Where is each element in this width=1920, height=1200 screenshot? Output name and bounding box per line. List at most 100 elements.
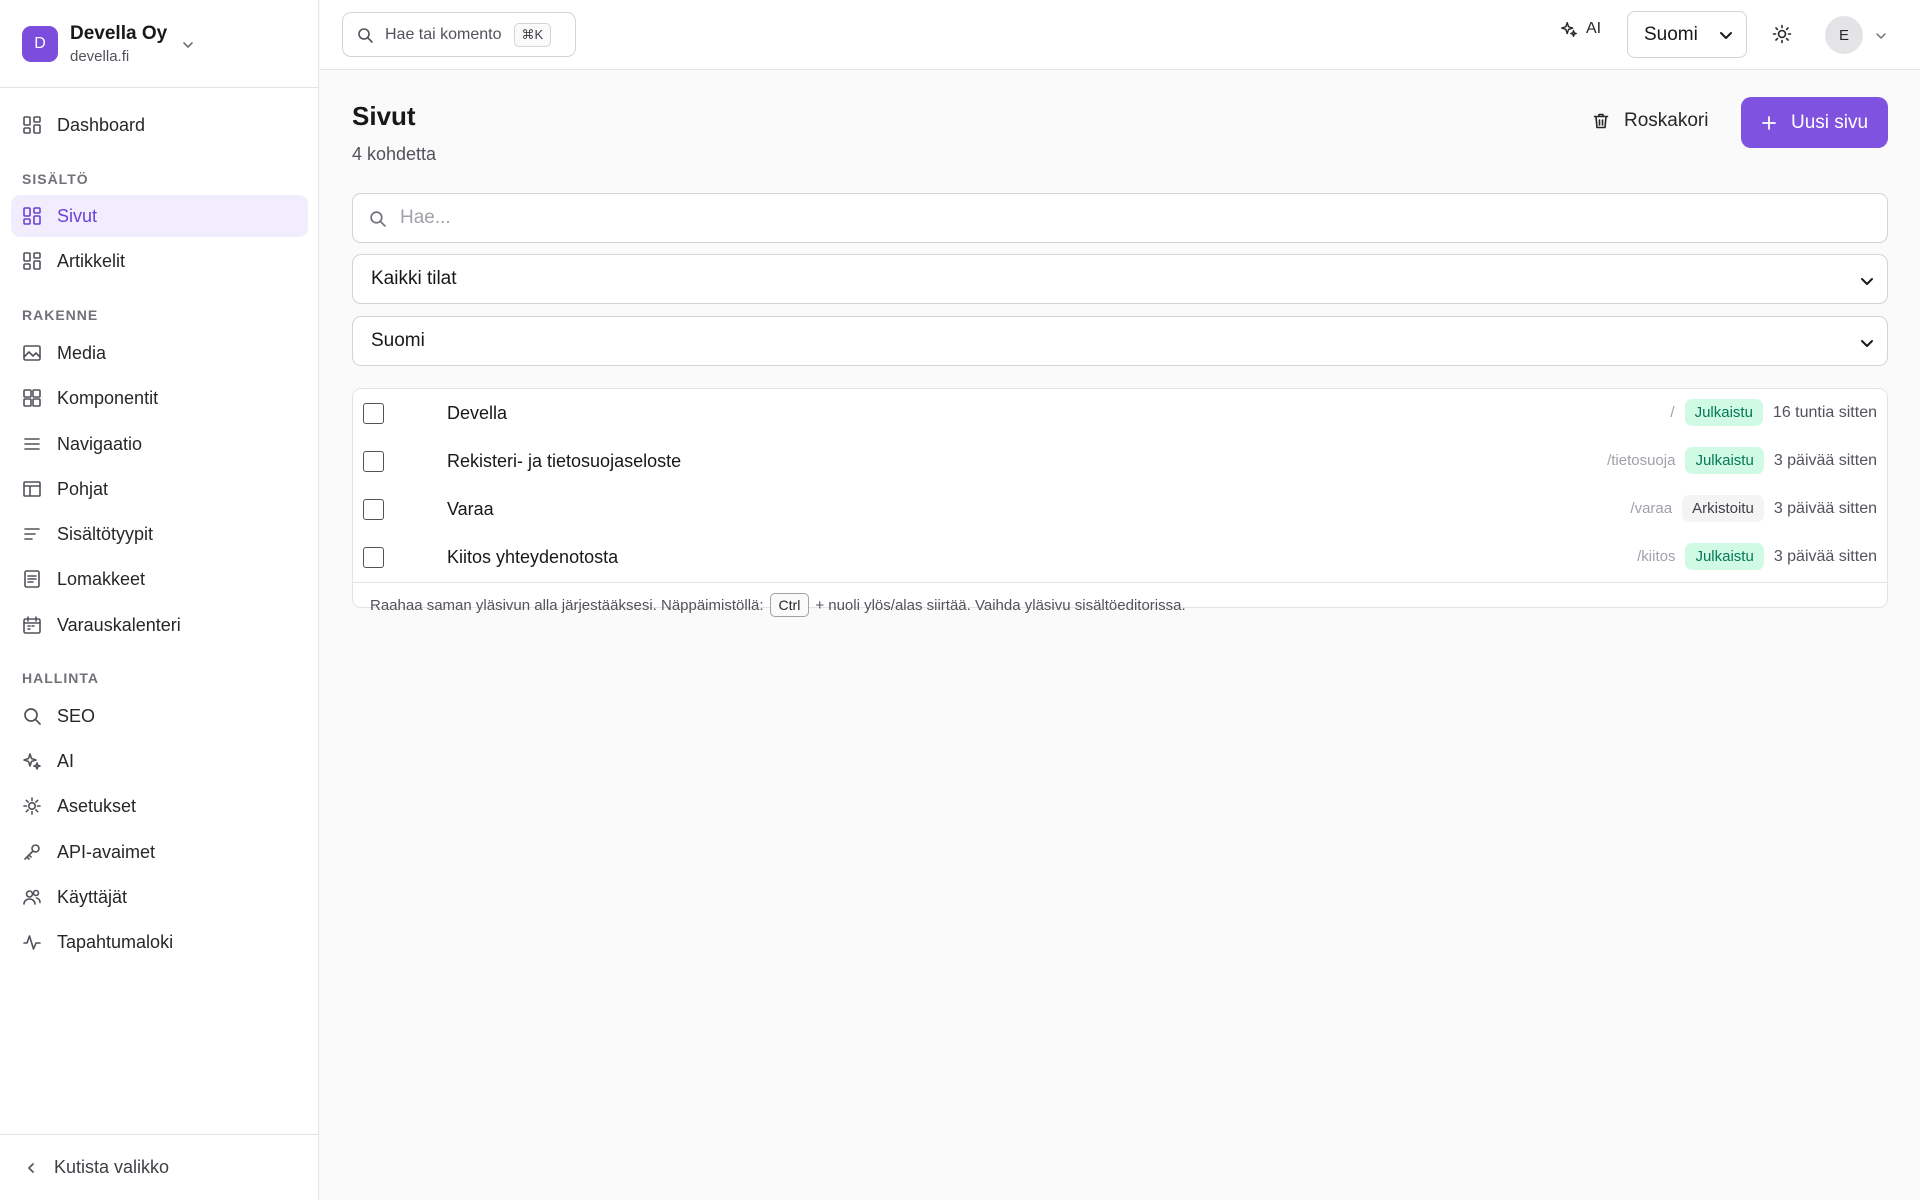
sidebar-item-booking-calendar[interactable]: Varauskalenteri xyxy=(11,604,308,646)
dashboard-icon xyxy=(22,115,57,135)
row-checkbox[interactable] xyxy=(363,403,384,424)
sidebar-item-label: Media xyxy=(57,342,107,363)
user-avatar[interactable]: E xyxy=(1825,16,1863,54)
sidebar-item-forms[interactable]: Lomakkeet xyxy=(11,558,308,600)
chevron-down-icon xyxy=(1859,273,1875,289)
reorder-hint-text: Raahaa saman yläsivun alla järjestääkses… xyxy=(370,596,764,614)
status-badge: Arkistoitu xyxy=(1682,495,1764,522)
status-badge: Julkaistu xyxy=(1685,543,1764,570)
page-title: Sivut xyxy=(352,101,416,131)
org-switcher[interactable]: D Devella Oy devella.fi xyxy=(0,0,318,88)
menu-icon xyxy=(22,434,57,454)
sidebar-item-dashboard[interactable]: Dashboard xyxy=(11,104,308,146)
row-checkbox[interactable] xyxy=(363,451,384,472)
chevron-down-icon xyxy=(181,38,195,52)
sidebar-item-label: API-avaimet xyxy=(57,841,156,862)
form-icon xyxy=(22,569,57,589)
list-item[interactable]: Kiitos yhteydenotosta /kiitos Julkaistu … xyxy=(353,533,1887,581)
sparkles-icon xyxy=(1560,20,1586,38)
sidebar-item-label: Navigaatio xyxy=(57,433,143,454)
updated-time: 3 päivää sitten xyxy=(1773,499,1877,517)
sidebar-item-label: Komponentit xyxy=(57,387,159,408)
command-search[interactable]: Hae tai komento ⌘K xyxy=(342,12,576,57)
sidebar-item-label: Varauskalenteri xyxy=(57,614,181,635)
sidebar-item-label: AI xyxy=(57,750,75,771)
sidebar-item-api-keys[interactable]: API-avaimet xyxy=(11,831,308,873)
key-icon xyxy=(22,842,57,862)
page-search-input[interactable]: Hae... xyxy=(352,193,1888,243)
org-domain: devella.fi xyxy=(70,47,130,65)
list-item[interactable]: Rekisteri- ja tietosuojaseloste /tietosu… xyxy=(353,437,1887,485)
page-title-cell[interactable]: Varaa xyxy=(447,499,494,520)
list-item[interactable]: Varaa /varaa Arkistoitu 3 päivää sitten xyxy=(353,485,1887,533)
language-filter-select[interactable]: Suomi xyxy=(352,316,1888,366)
sidebar-item-seo[interactable]: SEO xyxy=(11,695,308,737)
grid-icon xyxy=(22,206,57,226)
text-lines-icon xyxy=(22,524,57,544)
collapse-menu-button[interactable]: Kutista valikko xyxy=(0,1134,319,1200)
trash-button[interactable]: Roskakori xyxy=(1592,97,1708,145)
pages-list: Devella / Julkaistu 16 tuntia sitten Rek… xyxy=(352,388,1888,617)
sidebar-item-media[interactable]: Media xyxy=(11,332,308,374)
plus-icon xyxy=(1761,115,1791,131)
sidebar: D Devella Oy devella.fi Dashboard SISÄLT… xyxy=(0,0,319,1200)
nav-heading-admin: HALLINTA xyxy=(22,670,99,686)
chevron-down-icon[interactable] xyxy=(1875,30,1887,42)
row-checkbox[interactable] xyxy=(363,547,384,568)
sidebar-item-components[interactable]: Komponentit xyxy=(11,377,308,419)
sidebar-item-label: Tapahtumaloki xyxy=(57,931,174,952)
sidebar-item-label: Pohjat xyxy=(57,478,109,499)
grid-icon xyxy=(22,251,57,271)
sidebar-item-articles[interactable]: Artikkelit xyxy=(11,240,308,282)
components-icon xyxy=(22,388,57,408)
chevron-left-icon xyxy=(24,1161,54,1175)
page-title-cell[interactable]: Devella xyxy=(447,403,507,424)
search-icon xyxy=(357,27,385,43)
ai-button[interactable]: AI xyxy=(1560,20,1601,38)
language-select[interactable]: Suomi xyxy=(1627,11,1747,58)
shortcut-badge: ⌘K xyxy=(513,22,552,47)
topbar: Hae tai komento ⌘K AI Suomi E xyxy=(320,0,1920,70)
page-search-placeholder: Hae... xyxy=(400,207,451,228)
sidebar-item-settings[interactable]: Asetukset xyxy=(11,785,308,827)
language-filter-value: Suomi xyxy=(371,330,425,351)
sidebar-item-navigation[interactable]: Navigaatio xyxy=(11,423,308,465)
sidebar-item-users[interactable]: Käyttäjät xyxy=(11,876,308,918)
sidebar-item-ai[interactable]: AI xyxy=(11,740,308,782)
gear-icon xyxy=(22,796,57,816)
updated-time: 16 tuntia sitten xyxy=(1772,403,1877,421)
sidebar-item-label: Käyttäjät xyxy=(57,886,128,907)
sidebar-item-templates[interactable]: Pohjat xyxy=(11,468,308,510)
sidebar-item-pages[interactable]: Sivut xyxy=(11,195,308,237)
status-filter-value: Kaikki tilat xyxy=(371,268,457,289)
nav-heading-structure: RAKENNE xyxy=(22,307,99,323)
row-checkbox[interactable] xyxy=(363,499,384,520)
trash-button-label: Roskakori xyxy=(1624,110,1709,131)
collapse-menu-label: Kutista valikko xyxy=(54,1157,170,1177)
sidebar-item-event-log[interactable]: Tapahtumaloki xyxy=(11,921,308,963)
chevron-down-icon xyxy=(1859,335,1875,351)
sidebar-item-label: Sivut xyxy=(57,205,98,226)
updated-time: 3 päivää sitten xyxy=(1773,451,1877,469)
nav-heading-content: SISÄLTÖ xyxy=(22,171,89,187)
sun-icon xyxy=(1772,24,1792,44)
reorder-hint: Raahaa saman yläsivun alla järjestääkses… xyxy=(353,582,1887,627)
page-title-cell[interactable]: Rekisteri- ja tietosuojaseloste xyxy=(447,451,681,472)
users-icon xyxy=(22,887,57,907)
new-page-button[interactable]: Uusi sivu xyxy=(1741,97,1888,148)
status-badge: Julkaistu xyxy=(1684,399,1763,426)
trash-icon xyxy=(1592,112,1624,130)
status-filter-select[interactable]: Kaikki tilat xyxy=(352,254,1888,304)
page-slug: /kiitos xyxy=(1637,548,1676,565)
sidebar-item-label: Asetukset xyxy=(57,795,137,816)
page-title-cell[interactable]: Kiitos yhteydenotosta xyxy=(447,547,618,568)
command-search-placeholder: Hae tai komento xyxy=(385,25,502,43)
theme-toggle[interactable] xyxy=(1772,24,1792,44)
image-icon xyxy=(22,343,57,363)
chevron-down-icon xyxy=(1718,27,1734,43)
sidebar-item-content-types[interactable]: Sisältötyypit xyxy=(11,513,308,555)
search-icon xyxy=(22,706,57,726)
language-select-value: Suomi xyxy=(1644,23,1698,45)
page-slug: /tietosuoja xyxy=(1607,452,1676,469)
list-item[interactable]: Devella / Julkaistu 16 tuntia sitten xyxy=(353,389,1887,437)
